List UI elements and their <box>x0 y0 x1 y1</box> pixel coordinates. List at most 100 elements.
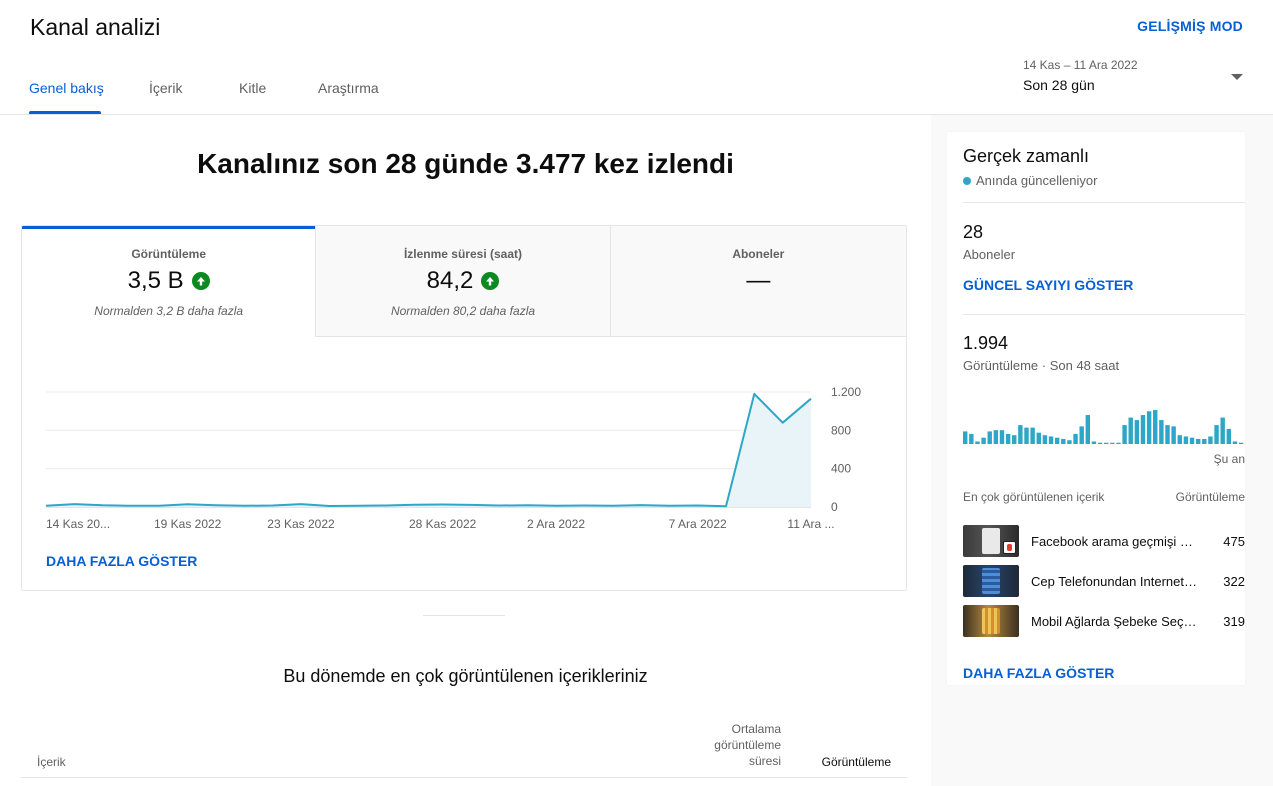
list-item[interactable]: Mobil Ağlarda Şebeke Seçimi 319 <box>963 605 1245 637</box>
x-tick-label: 28 Kas 2022 <box>409 517 477 531</box>
realtime-bar <box>1073 433 1078 444</box>
y-tick-label: 1.200 <box>831 385 861 399</box>
realtime-bar <box>1104 442 1109 444</box>
realtime-bar <box>1048 436 1054 444</box>
series-area <box>46 393 811 507</box>
realtime-bar <box>975 441 980 444</box>
realtime-bar <box>1036 432 1041 444</box>
realtime-bar <box>1195 438 1201 444</box>
realtime-bar <box>1140 415 1146 444</box>
realtime-bar <box>1012 435 1017 444</box>
realtime-bar <box>999 430 1005 444</box>
realtime-bar <box>1165 425 1170 444</box>
section-divider <box>423 615 505 616</box>
metrics-card: Görüntüleme 3,5 B Normalden 3,2 B daha f… <box>21 225 907 591</box>
realtime-bar <box>1226 428 1232 444</box>
metric-tab-views[interactable]: Görüntüleme 3,5 B Normalden 3,2 B daha f… <box>22 226 317 337</box>
realtime-bar <box>1177 435 1182 444</box>
x-tick-label: 7 Ara 2022 <box>669 517 727 531</box>
realtime-bar <box>1202 438 1207 444</box>
live-dot-icon <box>963 176 971 185</box>
show-more-link[interactable]: DAHA FAZLA GÖSTER <box>46 553 197 569</box>
x-tick-label: 2 Ara 2022 <box>527 517 585 531</box>
x-tick-label: 19 Kas 2022 <box>154 517 222 531</box>
realtime-bar <box>1134 420 1140 444</box>
realtime-show-more-link[interactable]: DAHA FAZLA GÖSTER <box>963 665 1114 681</box>
realtime-bar <box>1171 426 1176 444</box>
page-title: Kanal analizi <box>30 14 161 40</box>
metric-label: İzlenme süresi (saat) <box>403 247 523 261</box>
realtime-bar <box>1183 436 1189 444</box>
realtime-bar <box>1159 420 1164 444</box>
metric-label: Aboneler <box>732 247 785 261</box>
tab-overview[interactable]: Genel bakış <box>29 80 149 114</box>
column-header-avg-duration[interactable]: Ortalama görüntüleme süresi <box>681 721 781 769</box>
show-current-count-link[interactable]: GÜNCEL SAYIYI GÖSTER <box>963 277 1133 293</box>
metric-value: — <box>746 267 771 294</box>
list-item[interactable]: Facebook arama geçmişi nasıl silinir 475 <box>963 525 1245 557</box>
advanced-mode-button[interactable]: GELİŞMİŞ MOD <box>1137 18 1243 34</box>
metric-value: 84,2 <box>426 267 474 294</box>
video-thumbnail <box>963 525 1019 557</box>
realtime-bar <box>1146 411 1152 444</box>
realtime-bar <box>1091 441 1097 444</box>
series-line <box>45 392 812 508</box>
tab-bar: Genel bakış İçerik Kitle Araştırma <box>29 80 379 114</box>
tab-audience[interactable]: Kitle <box>239 80 318 114</box>
realtime-bar <box>1220 417 1225 444</box>
date-range-label: Son 28 gün <box>1023 77 1095 93</box>
realtime-bar <box>987 431 992 444</box>
column-header-views[interactable]: Görüntüleme <box>822 755 891 769</box>
list-item[interactable]: Cep Telefonundan Internet Paylaşımı 322 <box>963 565 1245 597</box>
column-header-content[interactable]: İçerik <box>37 755 66 769</box>
realtime-bar <box>969 433 974 444</box>
realtime-bar <box>1097 442 1103 444</box>
subscribers-label: Aboneler <box>963 247 1016 262</box>
video-views: 475 <box>1223 533 1245 549</box>
main-content: Kanalınız son 28 günde 3.477 kez izlendi… <box>0 115 931 786</box>
video-thumbnail <box>963 605 1019 637</box>
date-range-picker[interactable]: 14 Kas – 11 Ara 2022 Son 28 gün <box>1023 58 1245 93</box>
realtime-bar <box>1208 436 1213 444</box>
realtime-status: Anında güncelleniyor <box>963 173 1097 188</box>
realtime-card: Gerçek zamanlı Anında güncelleniyor 28 A… <box>947 132 1245 685</box>
realtime-views-count: 1.994 <box>963 333 1009 353</box>
video-title: Mobil Ağlarda Şebeke Seçimi <box>1031 613 1199 629</box>
tab-research[interactable]: Araştırma <box>318 80 379 114</box>
realtime-views-label: Görüntüleme · Son 48 saat <box>963 358 1120 373</box>
realtime-bar <box>1189 437 1195 444</box>
top-content-title: Bu dönemde en çok görüntülenen içerikler… <box>283 666 648 686</box>
now-label: Şu an <box>1213 452 1245 466</box>
x-tick-label: 11 Ara ... <box>787 517 834 531</box>
realtime-bar <box>1054 437 1060 444</box>
video-title: Cep Telefonundan Internet Paylaşımı <box>1031 573 1199 589</box>
realtime-bar <box>1085 415 1091 444</box>
realtime-bar <box>1116 442 1121 444</box>
tab-content[interactable]: İçerik <box>149 80 239 114</box>
metric-tab-watch-time[interactable]: İzlenme süresi (saat) 84,2 Normalden 80,… <box>316 226 611 337</box>
realtime-bar <box>981 437 986 444</box>
divider <box>963 202 1245 203</box>
trend-up-icon <box>481 272 500 290</box>
realtime-bar <box>1110 442 1115 444</box>
realtime-bar <box>1030 427 1035 444</box>
dropdown-arrow-icon <box>1231 74 1243 80</box>
list-header-content: En çok görüntülenen içerik <box>963 490 1105 504</box>
y-tick-label: 800 <box>831 423 851 437</box>
video-thumbnail <box>963 565 1019 597</box>
realtime-bar <box>1128 417 1133 444</box>
metric-value: 3,5 B <box>127 267 184 294</box>
realtime-bar <box>1214 425 1219 444</box>
page-header: Kanal analizi GELİŞMİŞ MOD Genel bakış İ… <box>0 0 1273 115</box>
realtime-title: Gerçek zamanlı <box>963 146 1090 166</box>
realtime-bar <box>993 430 999 444</box>
x-tick-label: 23 Kas 2022 <box>267 517 335 531</box>
y-tick-label: 400 <box>831 462 851 476</box>
metric-tabs: Görüntüleme 3,5 B Normalden 3,2 B daha f… <box>22 226 906 337</box>
realtime-bar <box>1042 435 1048 444</box>
metric-note: Normalden 80,2 daha fazla <box>390 304 536 318</box>
y-tick-label: 0 <box>831 500 838 514</box>
metric-tab-subscribers[interactable]: Aboneler — <box>610 226 906 337</box>
realtime-status-label: Anında güncelleniyor <box>976 173 1098 188</box>
realtime-bar <box>1024 427 1029 444</box>
